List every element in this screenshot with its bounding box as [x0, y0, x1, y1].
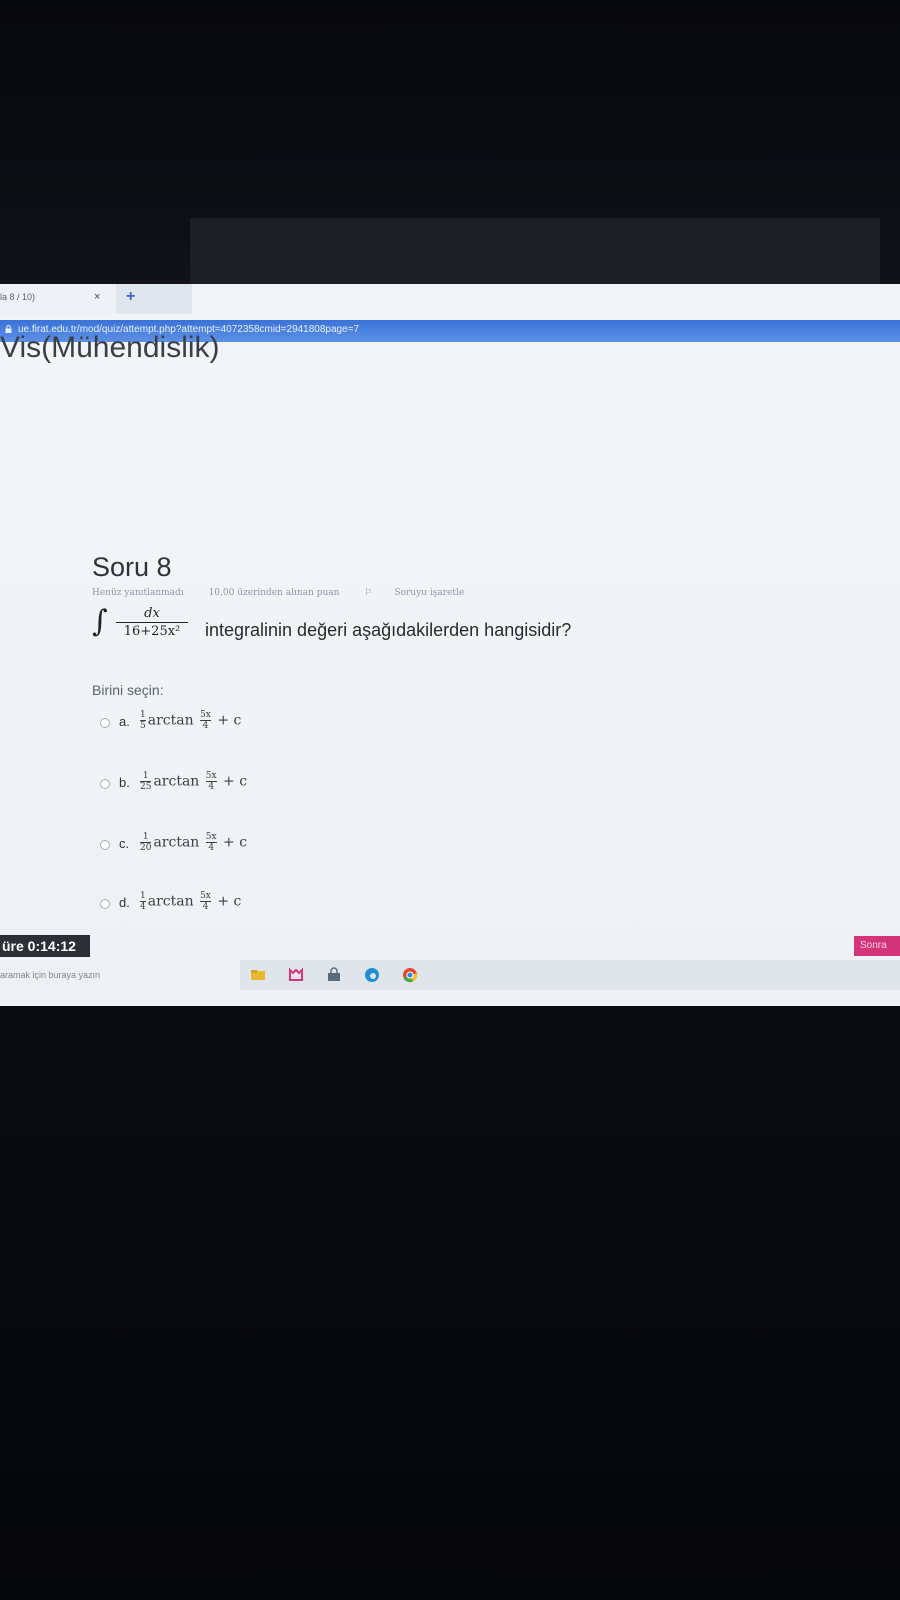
answer-coefficient: 1 25	[140, 771, 152, 792]
answer-letter: d.	[119, 895, 130, 910]
tab-close-icon[interactable]: ×	[94, 291, 100, 303]
flag-question-label: Soruyu işaretle	[394, 588, 465, 598]
tab-quiz[interactable]: la 8 / 10) ×	[0, 284, 116, 314]
question-info: Henüz yanıtlanmadı 10,00 üzerinden alına…	[92, 588, 508, 598]
quiz-timer: üre 0:14:12	[0, 935, 90, 957]
answer-letter: c.	[119, 836, 130, 851]
new-tab-icon[interactable]: +	[126, 288, 135, 306]
answer-argument: 5x 4	[205, 771, 217, 792]
question-title: Soru 8	[92, 552, 172, 582]
integrand-denominator: 16+25x²	[123, 624, 181, 639]
answer-constant: + c	[223, 834, 248, 851]
chrome-icon[interactable]	[402, 967, 418, 983]
answer-constant: + c	[217, 893, 242, 910]
choose-label: Birini seçin:	[92, 682, 164, 698]
answer-radio-c[interactable]	[100, 840, 110, 850]
answer-function: arctan	[147, 893, 194, 910]
answer-argument: 5x 4	[200, 710, 211, 731]
answer-function: arctan	[153, 834, 200, 851]
store-bag-icon[interactable]	[326, 967, 342, 983]
answer-coefficient: 14	[140, 891, 146, 912]
answer-coefficient: 1 20	[140, 832, 152, 853]
flag-question-link[interactable]: ⚐ Soruyu işaretle	[364, 588, 486, 598]
answer-math: 1 25 arctan 5x 4 + c	[138, 771, 247, 792]
course-title: Vis(Mühendislik)	[0, 331, 220, 364]
edge-icon[interactable]	[364, 967, 380, 983]
answer-math: 1 5 arctan 5x 4 + c	[138, 710, 241, 731]
answer-radio-d[interactable]	[100, 899, 110, 909]
question-text: integralinin değeri aşağıdakilerden hang…	[205, 620, 572, 640]
question-status: Henüz yanıtlanmadı	[92, 588, 184, 598]
question-points: 10,00 üzerinden alınan puan	[208, 588, 340, 598]
integrand-numerator: dx	[144, 606, 160, 621]
answer-radio-a[interactable]	[100, 718, 110, 728]
answer-argument: 5x 4	[205, 832, 217, 853]
next-page-button[interactable]: Sonra	[854, 936, 900, 956]
answer-coefficient: 15	[140, 710, 146, 731]
answer-letter: a.	[119, 714, 130, 729]
answer-function: arctan	[147, 712, 194, 729]
file-explorer-icon[interactable]	[250, 967, 266, 983]
windows-taskbar: aramak için buraya yazın	[0, 960, 900, 990]
quiz-content: Soru 8 Henüz yanıtlanmadı 10,00 üzerinde…	[0, 356, 900, 1006]
answer-math: 1 20 arctan 5x 4 + c	[138, 832, 247, 853]
answer-math: 1 4 arctan 5x 4 + c	[138, 891, 241, 912]
answer-function: arctan	[153, 773, 200, 790]
answer-argument: 5x 4	[200, 891, 211, 912]
answer-constant: + c	[223, 773, 248, 790]
flag-icon: ⚐	[364, 588, 373, 598]
store-icon[interactable]	[288, 967, 304, 983]
answer-constant: + c	[217, 712, 242, 729]
integral-sign: ∫	[92, 604, 108, 639]
monitor-bezel-bottom	[0, 1006, 900, 1600]
integrand-fraction: dx 16+25x²	[116, 606, 188, 641]
answer-letter: b.	[119, 775, 130, 790]
taskbar-search[interactable]: aramak için buraya yazın	[0, 960, 240, 990]
browser-window: la 8 / 10) × + Soru 8 Henüz yanıtlanmadı…	[0, 284, 900, 1006]
tab-bar: la 8 / 10) × +	[0, 284, 192, 314]
answer-radio-b[interactable]	[100, 779, 110, 789]
taskbar-search-placeholder: aramak için buraya yazın	[0, 970, 101, 980]
tab-title: la 8 / 10)	[0, 292, 36, 302]
